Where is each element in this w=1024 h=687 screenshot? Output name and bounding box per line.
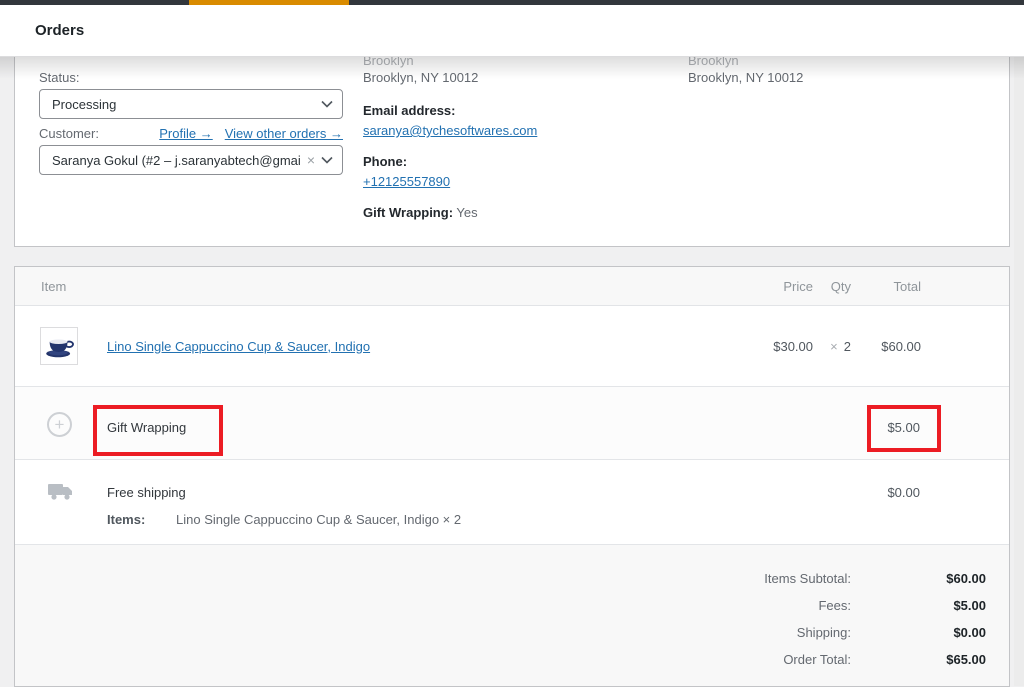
customer-email-link[interactable]: saranya@tychesoftwares.com xyxy=(363,123,537,138)
truck-icon xyxy=(47,480,74,503)
header-price: Price xyxy=(753,279,813,294)
shipping-items-value: Lino Single Cappuccino Cup & Saucer, Ind… xyxy=(176,512,461,527)
cappuccino-cup-image xyxy=(42,329,76,363)
phone-label: Phone: xyxy=(363,154,407,169)
plus-circle-icon[interactable]: + xyxy=(47,412,72,437)
gift-wrapping-value: Yes xyxy=(456,205,477,220)
order-status-select[interactable]: Processing xyxy=(39,89,343,119)
order-items-panel: Item Price Qty Total Lino Single Cappucc… xyxy=(14,266,1010,687)
header-qty: Qty xyxy=(813,279,851,294)
chevron-down-icon xyxy=(321,100,333,108)
shipping-city-line: Brooklyn xyxy=(688,57,739,68)
gift-wrapping-label: Gift Wrapping: xyxy=(363,205,453,220)
total-row-items-subtotal: Items Subtotal: $60.00 xyxy=(15,571,1009,586)
clear-selection-icon[interactable]: × xyxy=(307,152,315,168)
total-row-fees: Fees: $5.00 xyxy=(15,598,1009,613)
billing-city-state-zip: Brooklyn, NY 10012 xyxy=(363,70,478,85)
product-name-link[interactable]: Lino Single Cappuccino Cup & Saucer, Ind… xyxy=(107,339,370,354)
header-item: Item xyxy=(15,279,753,294)
status-label: Status: xyxy=(39,70,79,85)
order-details-panel: Status: Processing Customer: Profile → V… xyxy=(14,57,1010,247)
product-price: $30.00 xyxy=(753,339,813,354)
shipping-total: $0.00 xyxy=(887,485,920,500)
gift-wrapping-meta: Gift Wrapping: Yes xyxy=(363,205,478,220)
product-qty: ×2 xyxy=(813,339,851,354)
product-thumbnail xyxy=(40,327,78,365)
shipping-items-label: Items: xyxy=(107,512,145,527)
customer-phone-link[interactable]: +12125557890 xyxy=(363,174,450,189)
customer-select-value: Saranya Gokul (#2 – j.saranyabtech@gmail… xyxy=(52,153,301,168)
shipping-city-state-zip: Brooklyn, NY 10012 xyxy=(688,70,803,85)
fee-line-item-row: + Gift Wrapping $5.00 xyxy=(15,387,1009,460)
product-total: $60.00 xyxy=(851,339,921,354)
order-status-value: Processing xyxy=(52,97,315,112)
total-row-order-total: Order Total: $65.00 xyxy=(15,652,1009,667)
order-totals-section: Items Subtotal: $60.00 Fees: $5.00 Shipp… xyxy=(15,545,1009,687)
shipping-line-item-row: Free shipping Items: Lino Single Cappucc… xyxy=(15,460,1009,545)
shipping-method-name: Free shipping xyxy=(107,485,186,500)
profile-link[interactable]: Profile → xyxy=(159,126,212,141)
fee-name: Gift Wrapping xyxy=(107,420,186,435)
vertical-scrollbar[interactable] xyxy=(1014,57,1024,686)
browser-top-stripe xyxy=(0,0,1024,5)
admin-page-header: Orders xyxy=(0,5,1024,57)
billing-city-line: Brooklyn xyxy=(363,57,414,68)
chevron-down-icon xyxy=(321,156,333,164)
woocommerce-edit-order-page: { "colors": { "accent_link": "#2271b1", … xyxy=(0,0,1024,686)
email-address-label: Email address: xyxy=(363,103,456,118)
customer-select[interactable]: Saranya Gokul (#2 – j.saranyabtech@gmail… xyxy=(39,145,343,175)
header-total: Total xyxy=(851,279,921,294)
fee-total: $5.00 xyxy=(887,420,920,435)
total-row-shipping: Shipping: $0.00 xyxy=(15,625,1009,640)
loading-progress-bar xyxy=(189,0,349,5)
page-title: Orders xyxy=(35,22,84,39)
product-line-item-row: Lino Single Cappuccino Cup & Saucer, Ind… xyxy=(15,306,1009,387)
qty-times-sign: × xyxy=(830,339,838,354)
view-other-orders-link[interactable]: View other orders → xyxy=(225,126,343,141)
customer-row: Customer: Profile → View other orders → xyxy=(39,126,343,141)
customer-label: Customer: xyxy=(39,126,99,141)
items-table-header: Item Price Qty Total xyxy=(15,267,1009,306)
